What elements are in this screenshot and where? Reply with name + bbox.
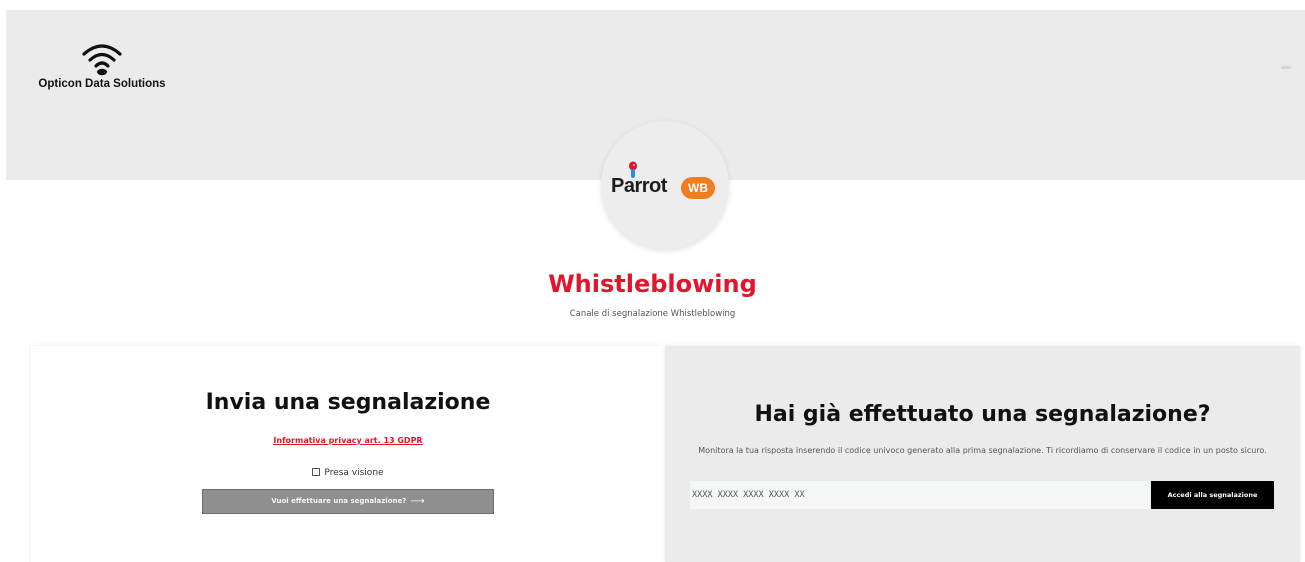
send-report-title: Invia una segnalazione [205, 390, 491, 415]
wb-badge: WB [681, 177, 715, 199]
wifi-icon [82, 44, 122, 76]
arrow-right-icon: ⟶ [410, 496, 425, 507]
menu-toggle[interactable] [1281, 66, 1291, 69]
app-wordmark: Parrot [611, 175, 667, 197]
existing-report-panel: Hai già effettuato una segnalazione? Mon… [665, 346, 1300, 562]
company-logo[interactable]: Opticon Data Solutions [32, 38, 172, 98]
report-code-input[interactable] [690, 481, 1150, 509]
consent-row[interactable]: Presa visione [31, 468, 665, 478]
start-report-button[interactable]: Vuoi effettuare una segnalazione? ⟶ [202, 489, 494, 514]
privacy-policy-link[interactable]: Informativa privacy art. 13 GDPR [31, 436, 665, 445]
access-report-button[interactable]: Accedi alla segnalazione [1151, 481, 1274, 509]
send-report-panel: Invia una segnalazione Informativa priva… [31, 346, 665, 562]
existing-report-title: Hai già effettuato una segnalazione? [754, 402, 1211, 427]
consent-label: Presa visione [324, 468, 384, 478]
page-subtitle: Canale di segnalazione Whistleblowing [569, 309, 736, 319]
existing-report-description: Monitora la tua risposta inserendo il co… [698, 446, 1267, 455]
consent-checkbox[interactable] [312, 468, 321, 476]
start-report-label: Vuoi effettuare una segnalazione? [271, 497, 407, 505]
app-logo: Parrot WB [601, 121, 729, 249]
company-name: Opticon Data Solutions [38, 78, 166, 90]
page-title: Whistleblowing [548, 270, 757, 298]
